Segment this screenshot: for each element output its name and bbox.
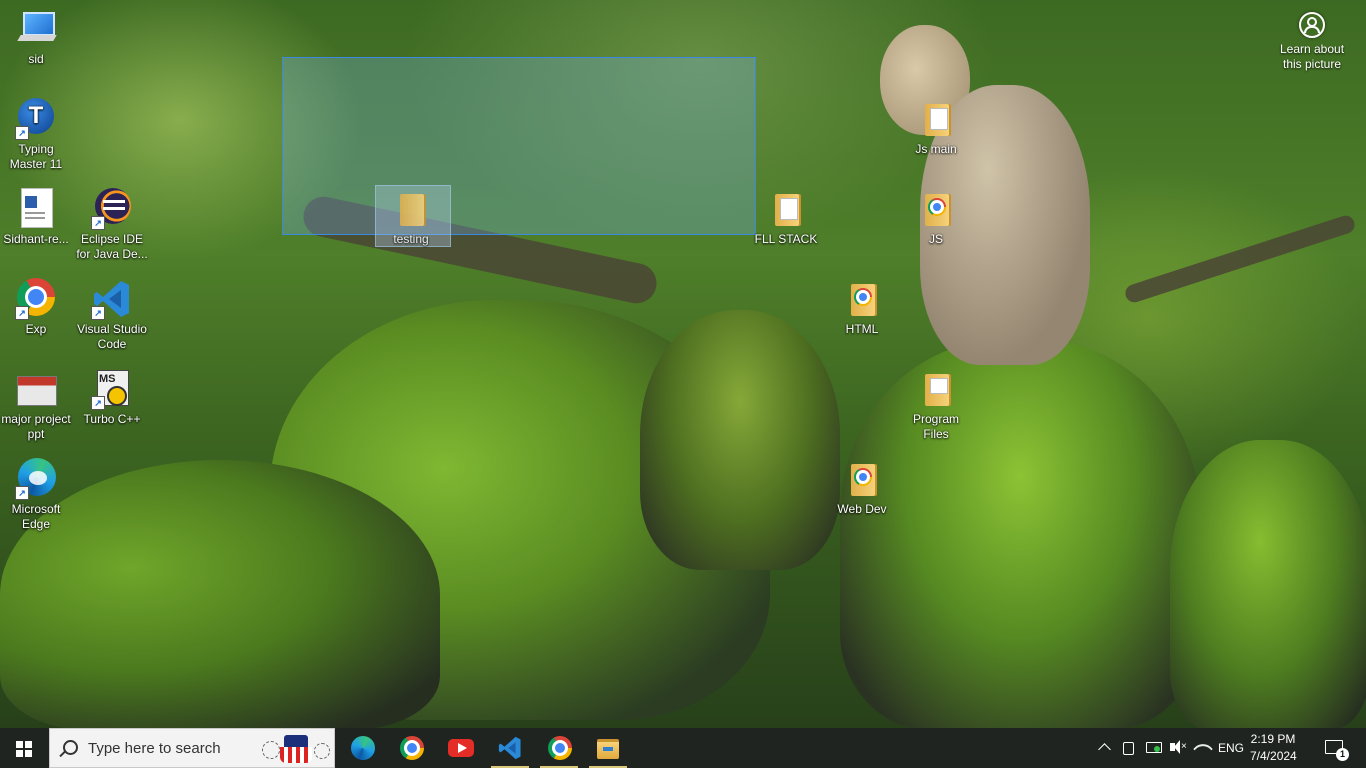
action-center-button[interactable]: 1: [1314, 728, 1354, 768]
chrome-icon: [400, 736, 424, 760]
selection-rectangle: [282, 57, 756, 235]
network-button[interactable]: [1193, 728, 1213, 768]
desktop-icon-program-files[interactable]: Program Files: [900, 368, 972, 442]
wallpaper-branch: [1123, 213, 1357, 305]
desktop-icon-typing-master[interactable]: T ↗ Typing Master 11: [0, 98, 72, 172]
desktop-icon-eclipse[interactable]: ↗ Eclipse IDE for Java De...: [76, 188, 148, 262]
taskbar-youtube[interactable]: [437, 728, 483, 768]
battery-button[interactable]: [1144, 728, 1164, 768]
clock-date: 7/4/2024: [1250, 749, 1297, 763]
chrome-icon: ↗: [15, 278, 57, 320]
taskbar: Type here to search × ENG 2:19 PM 7/4/20…: [0, 728, 1366, 768]
desktop-icon-exp[interactable]: ↗ Exp: [0, 278, 72, 337]
chevron-up-icon: [1098, 743, 1111, 756]
taskbar-chrome[interactable]: [388, 728, 434, 768]
desktop-icon-sidhant-resume[interactable]: Sidhant-re...: [0, 188, 72, 247]
statue-monkey: [1170, 440, 1366, 728]
youtube-icon: [448, 739, 474, 757]
icon-label: sid: [28, 52, 44, 66]
wifi-icon: [1193, 739, 1213, 759]
search-icon: [63, 740, 78, 755]
desktop-icon-fll-stack[interactable]: FLL STACK: [750, 188, 822, 247]
eclipse-icon: ↗: [91, 188, 133, 230]
icon-label: Eclipse IDE for Java De...: [76, 232, 148, 261]
desktop-icon-major-project[interactable]: major project ppt: [0, 368, 72, 442]
desktop-icon-turbo-cpp[interactable]: MS ↗ Turbo C++: [76, 368, 148, 427]
folder-icon: [915, 98, 957, 140]
folder-chrome-icon: [915, 188, 957, 230]
desktop-icon-web-dev[interactable]: Web Dev: [826, 458, 898, 517]
desktop-icon-js[interactable]: JS: [900, 188, 972, 247]
icon-label: Typing Master 11: [9, 142, 63, 171]
icon-label: Program Files: [912, 412, 959, 441]
folder-chrome-icon: [841, 278, 883, 320]
icon-label: Microsoft Edge: [11, 502, 61, 531]
turbo-cpp-icon: MS ↗: [91, 368, 133, 410]
search-box[interactable]: Type here to search: [49, 728, 335, 768]
taskbar-edge[interactable]: [339, 728, 385, 768]
folder-icon: [390, 188, 432, 230]
clock-time: 2:19 PM: [1250, 732, 1296, 746]
learn-about-label: Learn about this picture: [1279, 42, 1345, 71]
icon-label: major project ppt: [1, 412, 71, 441]
icon-label: FLL STACK: [754, 232, 818, 246]
statue-monkey: [640, 310, 840, 570]
desktop-icon-testing[interactable]: testing: [375, 188, 447, 247]
folder-icon: [765, 188, 807, 230]
statue-monkey: [840, 340, 1200, 728]
notification-count-badge: 1: [1336, 748, 1349, 761]
camera-icon: [1299, 12, 1325, 38]
typing-master-icon: T ↗: [15, 98, 57, 140]
show-hidden-icons-button[interactable]: [1096, 728, 1114, 768]
language-indicator[interactable]: ENG: [1216, 728, 1246, 768]
chrome-icon: [548, 736, 572, 760]
desktop-icon-sid[interactable]: sid: [0, 8, 72, 67]
icon-label: Js main: [915, 142, 957, 156]
taskbar-chrome-2[interactable]: [536, 728, 582, 768]
learn-about-picture[interactable]: Learn about this picture: [1270, 12, 1354, 72]
desktop-icon-js-main[interactable]: Js main: [900, 98, 972, 157]
start-button[interactable]: [0, 728, 48, 768]
search-highlight-icon: [262, 733, 330, 765]
camera-icon: [1123, 742, 1134, 755]
edge-icon: [351, 736, 375, 760]
clock[interactable]: 2:19 PM 7/4/2024: [1250, 731, 1297, 765]
volume-button[interactable]: ×: [1168, 728, 1188, 768]
folder-chrome-icon: [841, 458, 883, 500]
desktop-icon-vscode[interactable]: ↗ Visual Studio Code: [76, 278, 148, 352]
vscode-icon: ↗: [91, 278, 133, 320]
windows-icon: [16, 741, 32, 757]
icon-label: testing: [393, 232, 429, 246]
edge-icon: ↗: [15, 458, 57, 500]
taskbar-vscode[interactable]: [487, 728, 533, 768]
icon-label: Web Dev: [837, 502, 887, 516]
search-placeholder: Type here to search: [88, 740, 221, 757]
icon-label: JS: [928, 232, 943, 246]
computer-icon: [15, 8, 57, 50]
image-thumbnail-icon: [15, 368, 57, 410]
icon-label: Sidhant-re...: [3, 232, 69, 246]
document-icon: [15, 188, 57, 230]
desktop-icon-edge[interactable]: ↗ Microsoft Edge: [0, 458, 72, 532]
taskbar-file-explorer[interactable]: [585, 728, 631, 768]
icon-label: Visual Studio Code: [77, 322, 147, 351]
icon-label: Exp: [25, 322, 47, 336]
icon-label: Turbo C++: [83, 412, 141, 426]
folder-icon: [915, 368, 957, 410]
vscode-icon: [498, 736, 521, 760]
meet-now-button[interactable]: [1120, 728, 1138, 768]
icon-label: HTML: [845, 322, 879, 336]
battery-charging-icon: [1146, 742, 1162, 753]
file-explorer-icon: [597, 739, 619, 759]
desktop-icon-html[interactable]: HTML: [826, 278, 898, 337]
